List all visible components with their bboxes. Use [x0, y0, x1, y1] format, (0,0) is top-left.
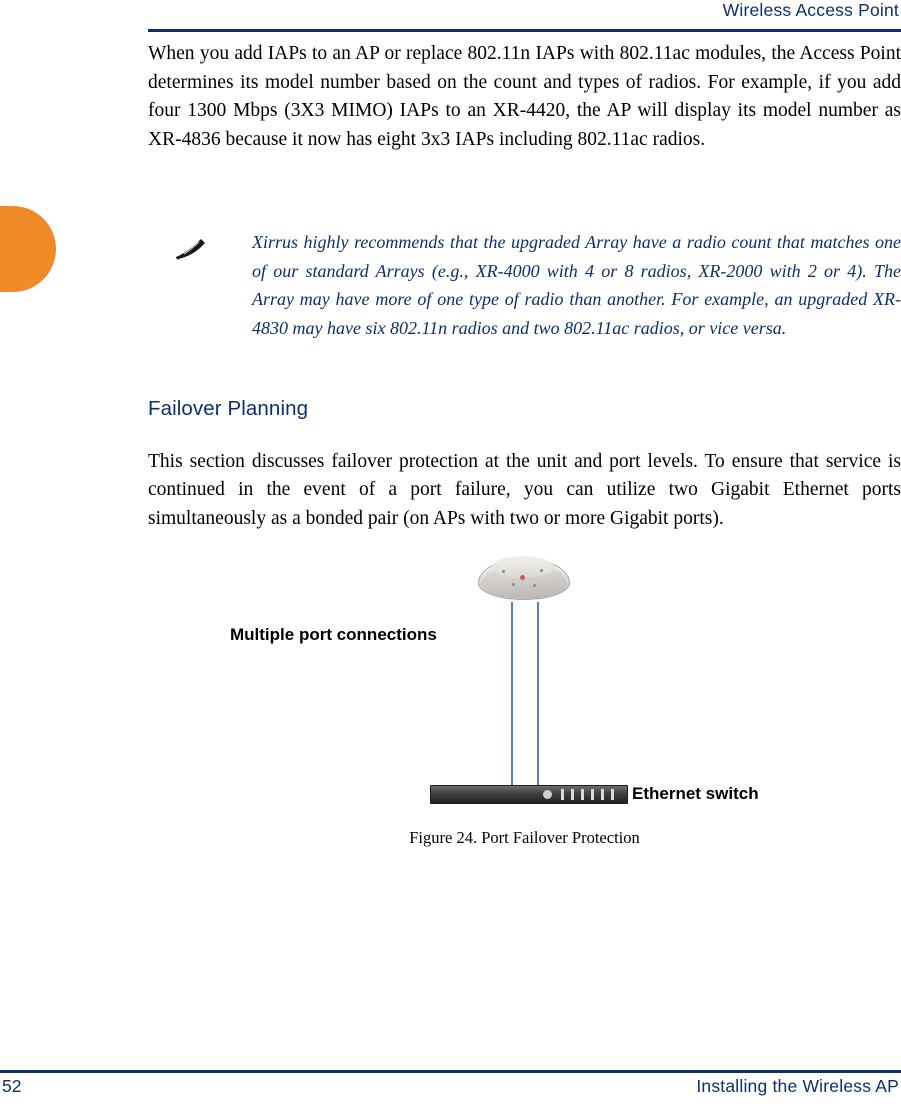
ethernet-switch-device-icon [430, 785, 628, 804]
figure-label-multiple-port-connections: Multiple port connections [230, 625, 437, 644]
pencil-note-icon [176, 239, 205, 260]
header-divider [148, 29, 901, 32]
chapter-thumb-tab [0, 206, 56, 292]
switch-port [611, 789, 614, 800]
footer-page-number: 52 [2, 1076, 22, 1096]
header-title: Wireless Access Point [722, 0, 899, 20]
ap-status-led [520, 575, 525, 580]
cable-port-2 [537, 602, 539, 788]
page-header: Wireless Access Point [0, 0, 901, 34]
footer-divider [0, 1070, 901, 1073]
ap-detail-dot [502, 570, 505, 573]
paragraph-failover: This section discusses failover protecti… [148, 450, 901, 529]
figure-label-ethernet-switch: Ethernet switch [632, 784, 759, 803]
section-heading-failover-planning: Failover Planning [148, 397, 309, 420]
wireless-access-point-device-icon [478, 552, 570, 604]
switch-port [571, 789, 574, 800]
ap-detail-dot [533, 584, 536, 587]
switch-port [581, 789, 584, 800]
note-callout: Xirrus highly recommends that the upgrad… [148, 228, 901, 342]
ap-detail-dot [512, 583, 515, 586]
switch-port [591, 789, 594, 800]
switch-port [561, 789, 564, 800]
switch-indicator [543, 790, 552, 799]
main-content: When you add IAPs to an AP or replace 80… [148, 40, 901, 154]
paragraph-intro: When you add IAPs to an AP or replace 80… [148, 43, 901, 150]
cable-port-1 [511, 602, 513, 788]
ap-detail-dot [540, 569, 543, 572]
page-footer: 52 Installing the Wireless AP [0, 1070, 901, 1114]
figure-port-failover: Multiple port connections Ethernet switc… [148, 540, 901, 860]
footer-section-title: Installing the Wireless AP [696, 1076, 899, 1096]
figure-caption: Figure 24. Port Failover Protection [409, 828, 640, 847]
switch-port [601, 789, 604, 800]
note-text: Xirrus highly recommends that the upgrad… [252, 232, 901, 338]
